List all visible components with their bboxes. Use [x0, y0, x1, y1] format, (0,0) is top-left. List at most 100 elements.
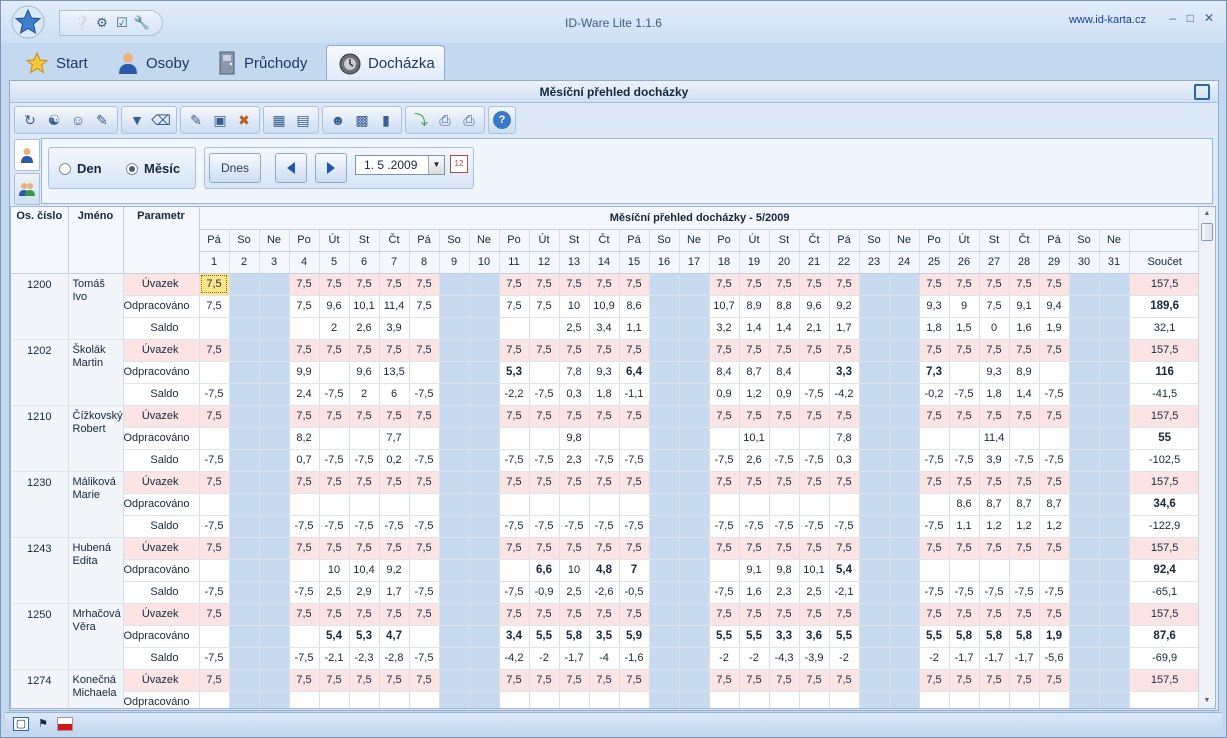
day-value-cell[interactable]: -7,5 — [409, 647, 440, 670]
day-value-cell[interactable] — [709, 493, 740, 516]
day-value-cell[interactable] — [979, 559, 1010, 582]
day-value-cell[interactable]: 7,5 — [319, 339, 350, 362]
day-value-cell[interactable]: 7,5 — [919, 669, 950, 692]
day-value-cell[interactable] — [799, 361, 830, 384]
day-value-cell[interactable]: 7,5 — [349, 339, 380, 362]
day-value-cell[interactable] — [499, 691, 530, 708]
day-value-cell[interactable] — [769, 691, 800, 708]
day-value-cell[interactable]: 8,7 — [739, 361, 770, 384]
day-value-cell[interactable] — [229, 295, 260, 318]
day-value-cell[interactable] — [469, 669, 500, 692]
day-value-cell[interactable] — [439, 273, 470, 296]
day-value-cell[interactable] — [469, 603, 500, 626]
day-value-cell[interactable]: -7,5 — [289, 515, 320, 538]
day-value-cell[interactable] — [289, 493, 320, 516]
day-value-cell[interactable]: 2,3 — [559, 449, 590, 472]
day-value-cell[interactable] — [919, 493, 950, 516]
day-value-cell[interactable]: 7,5 — [709, 339, 740, 362]
next-button[interactable] — [315, 153, 347, 183]
day-value-cell[interactable]: -7,5 — [709, 581, 740, 604]
day-number-header[interactable]: 7 — [379, 251, 410, 274]
day-value-cell[interactable]: 8,8 — [769, 295, 800, 318]
day-value-cell[interactable]: -1,7 — [979, 647, 1010, 670]
day-value-cell[interactable] — [529, 361, 560, 384]
day-value-cell[interactable]: 7,5 — [289, 669, 320, 692]
day-value-cell[interactable]: -4,2 — [829, 383, 860, 406]
day-number-header[interactable]: 5 — [319, 251, 350, 274]
radio-den-dot[interactable] — [59, 162, 71, 175]
day-value-cell[interactable]: 7,5 — [529, 537, 560, 560]
day-value-cell[interactable]: 7,5 — [199, 669, 230, 692]
day-value-cell[interactable] — [679, 691, 710, 708]
day-value-cell[interactable]: 7,5 — [709, 471, 740, 494]
day-value-cell[interactable] — [889, 317, 920, 340]
day-value-cell[interactable]: -2,1 — [319, 647, 350, 670]
day-value-cell[interactable]: -0,2 — [919, 383, 950, 406]
day-number-header[interactable]: 30 — [1069, 251, 1100, 274]
day-value-cell[interactable] — [319, 427, 350, 450]
day-value-cell[interactable]: 7,5 — [1009, 537, 1040, 560]
day-value-cell[interactable] — [259, 317, 290, 340]
person-number-cell[interactable]: 1230 — [11, 471, 69, 538]
day-value-cell[interactable] — [679, 295, 710, 318]
day-value-cell[interactable]: -7,5 — [1009, 449, 1040, 472]
day-value-cell[interactable] — [469, 515, 500, 538]
day-value-cell[interactable]: -7,5 — [499, 581, 530, 604]
day-value-cell[interactable]: 7,5 — [769, 603, 800, 626]
day-value-cell[interactable] — [889, 603, 920, 626]
day-value-cell[interactable]: 7,5 — [1009, 339, 1040, 362]
day-value-cell[interactable]: -7,5 — [499, 449, 530, 472]
day-value-cell[interactable] — [1069, 295, 1100, 318]
day-value-cell[interactable]: -7,5 — [1039, 581, 1070, 604]
day-value-cell[interactable]: 7,5 — [1039, 537, 1070, 560]
day-value-cell[interactable]: 1,6 — [1009, 317, 1040, 340]
day-value-cell[interactable] — [949, 427, 980, 450]
filter-icon[interactable]: ▼ — [126, 109, 148, 131]
day-value-cell[interactable] — [349, 691, 380, 708]
day-value-cell[interactable] — [1099, 537, 1130, 560]
day-value-cell[interactable]: 7,5 — [349, 273, 380, 296]
day-value-cell[interactable] — [229, 317, 260, 340]
day-value-cell[interactable] — [739, 691, 770, 708]
day-value-cell[interactable] — [709, 691, 740, 708]
day-value-cell[interactable] — [379, 493, 410, 516]
day-number-header[interactable]: 18 — [709, 251, 740, 274]
day-value-cell[interactable]: 7,5 — [919, 603, 950, 626]
day-value-cell[interactable] — [859, 449, 890, 472]
day-value-cell[interactable]: 8,6 — [949, 493, 980, 516]
day-value-cell[interactable] — [409, 317, 440, 340]
day-value-cell[interactable]: 10,9 — [589, 295, 620, 318]
tab-start[interactable]: Start — [13, 45, 103, 81]
day-value-cell[interactable]: 7,5 — [289, 405, 320, 428]
day-value-cell[interactable]: 9,2 — [829, 295, 860, 318]
person-icon[interactable]: ☻ — [327, 109, 349, 131]
day-value-cell[interactable] — [199, 559, 230, 582]
day-value-cell[interactable] — [229, 449, 260, 472]
day-value-cell[interactable]: 0,9 — [769, 383, 800, 406]
day-value-cell[interactable]: -7,5 — [289, 581, 320, 604]
day-value-cell[interactable]: 3,4 — [499, 625, 530, 648]
day-value-cell[interactable] — [469, 273, 500, 296]
day-value-cell[interactable] — [439, 405, 470, 428]
day-value-cell[interactable]: 7,5 — [769, 405, 800, 428]
day-value-cell[interactable] — [859, 383, 890, 406]
day-value-cell[interactable] — [889, 625, 920, 648]
day-value-cell[interactable]: 7,5 — [499, 669, 530, 692]
day-value-cell[interactable] — [259, 405, 290, 428]
day-value-cell[interactable] — [199, 427, 230, 450]
day-value-cell[interactable] — [559, 691, 590, 708]
day-number-header[interactable]: 22 — [829, 251, 860, 274]
day-number-header[interactable]: 2 — [229, 251, 260, 274]
day-value-cell[interactable]: 10 — [559, 295, 590, 318]
day-value-cell[interactable]: 2,5 — [559, 317, 590, 340]
day-value-cell[interactable]: 7,5 — [529, 471, 560, 494]
day-value-cell[interactable]: 7,5 — [799, 669, 830, 692]
edit-icon[interactable]: ✎ — [185, 109, 207, 131]
day-value-cell[interactable]: 5,5 — [529, 625, 560, 648]
day-value-cell[interactable]: -4,3 — [769, 647, 800, 670]
day-value-cell[interactable] — [259, 295, 290, 318]
day-value-cell[interactable]: 7,5 — [199, 295, 230, 318]
day-value-cell[interactable] — [289, 559, 320, 582]
person-name-cell[interactable]: Mrhačová Věra — [68, 603, 124, 670]
chart-icon[interactable]: ▤ — [292, 109, 314, 131]
